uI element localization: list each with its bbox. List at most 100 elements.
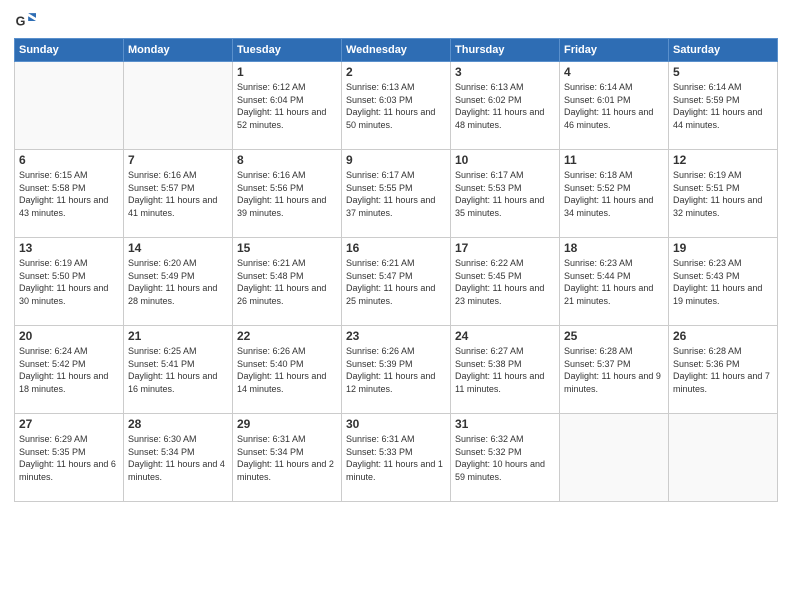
- cell-text: Sunrise: 6:30 AMSunset: 5:34 PMDaylight:…: [128, 433, 228, 483]
- cell-text: Sunrise: 6:17 AMSunset: 5:55 PMDaylight:…: [346, 169, 446, 219]
- calendar-cell: 28 Sunrise: 6:30 AMSunset: 5:34 PMDayligh…: [124, 414, 233, 502]
- svg-text:G: G: [16, 15, 26, 29]
- day-number: 20: [19, 329, 119, 343]
- calendar-cell: [15, 62, 124, 150]
- cell-text: Sunrise: 6:12 AMSunset: 6:04 PMDaylight:…: [237, 81, 337, 131]
- day-number: 2: [346, 65, 446, 79]
- calendar-cell: 16Sunrise: 6:21 AMSunset: 5:47 PMDayligh…: [342, 238, 451, 326]
- day-number: 4: [564, 65, 664, 79]
- header: G: [14, 10, 778, 32]
- cell-text: Sunrise: 6:29 AMSunset: 5:35 PMDaylight:…: [19, 433, 119, 483]
- calendar-cell: [124, 62, 233, 150]
- calendar-cell: 5Sunrise: 6:14 AMSunset: 5:59 PMDaylight…: [669, 62, 778, 150]
- cell-text: Sunrise: 6:20 AMSunset: 5:49 PMDaylight:…: [128, 257, 228, 307]
- calendar-cell: 4 Sunrise: 6:14 AMSunset: 6:01 PMDaylight…: [560, 62, 669, 150]
- day-number: 23: [346, 329, 446, 343]
- cell-text: Sunrise: 6:14 AMSunset: 6:01 PMDaylight:…: [564, 81, 664, 131]
- day-header-wednesday: Wednesday: [342, 39, 451, 62]
- day-number: 17: [455, 241, 555, 255]
- day-header-thursday: Thursday: [451, 39, 560, 62]
- day-number: 31: [455, 417, 555, 431]
- calendar-cell: 18Sunrise: 6:23 AMSunset: 5:44 PMDayligh…: [560, 238, 669, 326]
- cell-text: Sunrise: 6:14 AMSunset: 5:59 PMDaylight:…: [673, 81, 773, 131]
- week-row-0: 1 Sunrise: 6:12 AMSunset: 6:04 PMDaylight…: [15, 62, 778, 150]
- day-number: 12: [673, 153, 773, 167]
- calendar-cell: 19Sunrise: 6:23 AMSunset: 5:43 PMDayligh…: [669, 238, 778, 326]
- day-number: 14: [128, 241, 228, 255]
- calendar-cell: 20 Sunrise: 6:24 AMSunset: 5:42 PMDayligh…: [15, 326, 124, 414]
- calendar-cell: 10Sunrise: 6:17 AMSunset: 5:53 PMDayligh…: [451, 150, 560, 238]
- day-number: 25: [564, 329, 664, 343]
- calendar-cell: 6 Sunrise: 6:15 AMSunset: 5:58 PMDaylight…: [15, 150, 124, 238]
- calendar-cell: 7 Sunrise: 6:16 AMSunset: 5:57 PMDaylight…: [124, 150, 233, 238]
- day-number: 19: [673, 241, 773, 255]
- day-header-monday: Monday: [124, 39, 233, 62]
- cell-text: Sunrise: 6:19 AMSunset: 5:50 PMDaylight:…: [19, 257, 119, 307]
- day-number: 1: [237, 65, 337, 79]
- day-number: 16: [346, 241, 446, 255]
- calendar-cell: [669, 414, 778, 502]
- day-header-sunday: Sunday: [15, 39, 124, 62]
- day-header-saturday: Saturday: [669, 39, 778, 62]
- day-number: 30: [346, 417, 446, 431]
- calendar-cell: 26Sunrise: 6:28 AMSunset: 5:36 PMDayligh…: [669, 326, 778, 414]
- calendar-cell: 30 Sunrise: 6:31 AMSunset: 5:33 PMDayligh…: [342, 414, 451, 502]
- cell-text: Sunrise: 6:28 AMSunset: 5:37 PMDaylight:…: [564, 345, 664, 395]
- cell-text: Sunrise: 6:32 AMSunset: 5:32 PMDaylight:…: [455, 433, 555, 483]
- week-row-1: 6 Sunrise: 6:15 AMSunset: 5:58 PMDaylight…: [15, 150, 778, 238]
- cell-text: Sunrise: 6:28 AMSunset: 5:36 PMDaylight:…: [673, 345, 773, 395]
- calendar-cell: 21Sunrise: 6:25 AMSunset: 5:41 PMDayligh…: [124, 326, 233, 414]
- calendar-cell: 25 Sunrise: 6:28 AMSunset: 5:37 PMDayligh…: [560, 326, 669, 414]
- cell-text: Sunrise: 6:16 AMSunset: 5:56 PMDaylight:…: [237, 169, 337, 219]
- day-number: 18: [564, 241, 664, 255]
- calendar-cell: 22Sunrise: 6:26 AMSunset: 5:40 PMDayligh…: [233, 326, 342, 414]
- calendar-body: 1 Sunrise: 6:12 AMSunset: 6:04 PMDaylight…: [15, 62, 778, 502]
- cell-text: Sunrise: 6:21 AMSunset: 5:48 PMDaylight:…: [237, 257, 337, 307]
- cell-text: Sunrise: 6:31 AMSunset: 5:33 PMDaylight:…: [346, 433, 446, 483]
- day-number: 10: [455, 153, 555, 167]
- cell-text: Sunrise: 6:24 AMSunset: 5:42 PMDaylight:…: [19, 345, 119, 395]
- cell-text: Sunrise: 6:15 AMSunset: 5:58 PMDaylight:…: [19, 169, 119, 219]
- day-number: 13: [19, 241, 119, 255]
- day-number: 8: [237, 153, 337, 167]
- calendar-cell: 3Sunrise: 6:13 AMSunset: 6:02 PMDaylight…: [451, 62, 560, 150]
- calendar-cell: [560, 414, 669, 502]
- cell-text: Sunrise: 6:31 AMSunset: 5:34 PMDaylight:…: [237, 433, 337, 483]
- calendar-cell: 2 Sunrise: 6:13 AMSunset: 6:03 PMDaylight…: [342, 62, 451, 150]
- day-number: 22: [237, 329, 337, 343]
- cell-text: Sunrise: 6:26 AMSunset: 5:39 PMDaylight:…: [346, 345, 446, 395]
- cell-text: Sunrise: 6:13 AMSunset: 6:02 PMDaylight:…: [455, 81, 555, 131]
- logo-icon: G: [14, 10, 36, 32]
- cell-text: Sunrise: 6:19 AMSunset: 5:51 PMDaylight:…: [673, 169, 773, 219]
- cell-text: Sunrise: 6:13 AMSunset: 6:03 PMDaylight:…: [346, 81, 446, 131]
- calendar-cell: 11Sunrise: 6:18 AMSunset: 5:52 PMDayligh…: [560, 150, 669, 238]
- calendar-cell: 31 Sunrise: 6:32 AMSunset: 5:32 PMDayligh…: [451, 414, 560, 502]
- day-header-friday: Friday: [560, 39, 669, 62]
- day-header-tuesday: Tuesday: [233, 39, 342, 62]
- calendar-cell: 24 Sunrise: 6:27 AMSunset: 5:38 PMDayligh…: [451, 326, 560, 414]
- logo-area: G: [14, 10, 40, 32]
- calendar-cell: 12 Sunrise: 6:19 AMSunset: 5:51 PMDayligh…: [669, 150, 778, 238]
- calendar-cell: 13 Sunrise: 6:19 AMSunset: 5:50 PMDayligh…: [15, 238, 124, 326]
- cell-text: Sunrise: 6:25 AMSunset: 5:41 PMDaylight:…: [128, 345, 228, 395]
- cell-text: Sunrise: 6:16 AMSunset: 5:57 PMDaylight:…: [128, 169, 228, 219]
- calendar-cell: 15 Sunrise: 6:21 AMSunset: 5:48 PMDayligh…: [233, 238, 342, 326]
- day-number: 7: [128, 153, 228, 167]
- day-number: 15: [237, 241, 337, 255]
- page: G SundayMondayTuesdayWednesdayThursdayFr…: [0, 0, 792, 612]
- calendar-cell: 27 Sunrise: 6:29 AMSunset: 5:35 PMDayligh…: [15, 414, 124, 502]
- day-number: 9: [346, 153, 446, 167]
- calendar-cell: 17 Sunrise: 6:22 AMSunset: 5:45 PMDayligh…: [451, 238, 560, 326]
- calendar-header-row: SundayMondayTuesdayWednesdayThursdayFrid…: [15, 39, 778, 62]
- logo: G: [14, 10, 40, 32]
- calendar-table: SundayMondayTuesdayWednesdayThursdayFrid…: [14, 38, 778, 502]
- day-number: 6: [19, 153, 119, 167]
- cell-text: Sunrise: 6:22 AMSunset: 5:45 PMDaylight:…: [455, 257, 555, 307]
- calendar-cell: 29Sunrise: 6:31 AMSunset: 5:34 PMDayligh…: [233, 414, 342, 502]
- day-number: 28: [128, 417, 228, 431]
- calendar-cell: 23 Sunrise: 6:26 AMSunset: 5:39 PMDayligh…: [342, 326, 451, 414]
- cell-text: Sunrise: 6:27 AMSunset: 5:38 PMDaylight:…: [455, 345, 555, 395]
- day-number: 24: [455, 329, 555, 343]
- day-number: 27: [19, 417, 119, 431]
- week-row-3: 20 Sunrise: 6:24 AMSunset: 5:42 PMDayligh…: [15, 326, 778, 414]
